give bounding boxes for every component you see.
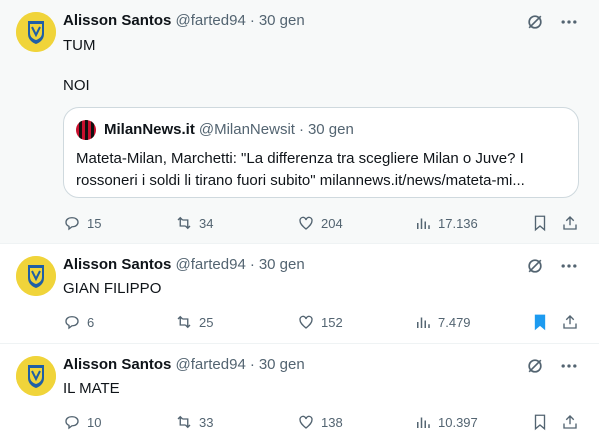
author-name[interactable]: Alisson Santos bbox=[63, 12, 171, 29]
reply-icon bbox=[65, 316, 79, 330]
quoted-author-handle: @MilanNewsit bbox=[198, 121, 295, 138]
bookmark-button[interactable] bbox=[531, 412, 549, 432]
like-icon bbox=[299, 415, 313, 429]
reply-button[interactable]: 6 bbox=[63, 312, 94, 332]
bookmark-button[interactable] bbox=[531, 312, 549, 332]
separator: · bbox=[249, 356, 255, 373]
like-button[interactable]: 204 bbox=[297, 213, 343, 233]
bookmark-filled-icon bbox=[534, 314, 546, 331]
tweet-text-line: TUM bbox=[63, 37, 96, 54]
share-icon bbox=[563, 315, 577, 329]
tweet-header: Alisson Santos @farted94 · 30 gen bbox=[63, 255, 305, 275]
repost-count: 25 bbox=[199, 314, 214, 330]
bookmark-button[interactable] bbox=[531, 213, 549, 233]
view-count: 7.479 bbox=[438, 314, 471, 330]
more-icon[interactable] bbox=[559, 12, 579, 32]
like-count: 138 bbox=[321, 414, 343, 430]
tweet-header: Alisson Santos @farted94 · 30 gen bbox=[63, 355, 305, 375]
tweet-top-actions bbox=[525, 256, 579, 276]
repost-button[interactable]: 33 bbox=[175, 412, 213, 432]
views-button[interactable]: 10.397 bbox=[414, 412, 478, 432]
quoted-date: 30 gen bbox=[307, 121, 354, 138]
author-name[interactable]: Alisson Santos bbox=[63, 256, 171, 273]
author-name[interactable]: Alisson Santos bbox=[63, 356, 171, 373]
quoted-avatar bbox=[76, 120, 96, 140]
tweet[interactable]: Alisson Santos @farted94 · 30 gen IL MATE … bbox=[0, 344, 599, 444]
reply-count: 15 bbox=[87, 215, 102, 231]
avatar[interactable] bbox=[16, 356, 56, 396]
more-icon[interactable] bbox=[559, 356, 579, 376]
like-count: 152 bbox=[321, 314, 343, 330]
avatar[interactable] bbox=[16, 256, 56, 296]
quoted-tweet[interactable]: MilanNews.it @MilanNewsit · 30 gen Mateta-… bbox=[63, 107, 579, 198]
tweet-actions: 15 34 204 17.136 bbox=[63, 213, 583, 233]
tweet-header: Alisson Santos @farted94 · 30 gen bbox=[63, 11, 305, 31]
share-icon bbox=[563, 415, 577, 429]
share-button[interactable] bbox=[561, 213, 579, 233]
like-icon bbox=[299, 216, 313, 230]
views-icon bbox=[417, 417, 430, 428]
views-button[interactable]: 17.136 bbox=[414, 213, 478, 233]
tweet-date[interactable]: 30 gen bbox=[259, 356, 305, 373]
tweet-top-actions bbox=[525, 356, 579, 376]
view-count: 10.397 bbox=[438, 414, 478, 430]
bookmark-icon bbox=[534, 215, 546, 232]
repost-count: 34 bbox=[199, 215, 214, 231]
grok-icon[interactable] bbox=[525, 256, 545, 276]
author-handle[interactable]: @farted94 bbox=[176, 12, 246, 29]
quoted-tweet-text: Mateta-Milan, Marchetti: "La differenza … bbox=[76, 150, 525, 189]
separator: · bbox=[249, 256, 255, 273]
views-icon bbox=[417, 317, 430, 328]
quoted-author-name: MilanNews.it bbox=[104, 121, 195, 138]
tweet-text-line: NOI bbox=[63, 77, 90, 94]
tweet-top-actions bbox=[525, 12, 579, 32]
tweet-text: IL MATE bbox=[63, 380, 120, 397]
tweet-date[interactable]: 30 gen bbox=[259, 256, 305, 273]
tweet-actions: 6 25 152 7.479 bbox=[63, 312, 583, 332]
repost-button[interactable]: 25 bbox=[175, 312, 213, 332]
repost-button[interactable]: 34 bbox=[175, 213, 213, 233]
repost-icon bbox=[177, 415, 191, 429]
reply-button[interactable]: 15 bbox=[63, 213, 101, 233]
author-handle[interactable]: @farted94 bbox=[176, 256, 246, 273]
share-button[interactable] bbox=[561, 312, 579, 332]
share-icon bbox=[563, 216, 577, 230]
author-handle[interactable]: @farted94 bbox=[176, 356, 246, 373]
reply-count: 6 bbox=[87, 314, 95, 330]
grok-icon[interactable] bbox=[525, 356, 545, 376]
avatar[interactable] bbox=[16, 12, 56, 52]
view-count: 17.136 bbox=[438, 215, 478, 231]
tweet-actions: 10 33 138 10.397 bbox=[63, 412, 583, 432]
tweet[interactable]: Alisson Santos @farted94 · 30 gen GIAN FIL… bbox=[0, 244, 599, 344]
reply-icon bbox=[65, 416, 79, 430]
separator: · bbox=[249, 12, 255, 29]
like-button[interactable]: 138 bbox=[297, 412, 343, 432]
grok-icon[interactable] bbox=[525, 12, 545, 32]
bookmark-icon bbox=[534, 414, 546, 431]
views-icon bbox=[417, 218, 430, 229]
quoted-tweet-header: MilanNews.it @MilanNewsit · 30 gen bbox=[76, 120, 354, 140]
separator: · bbox=[298, 121, 304, 138]
tweet-text: GIAN FILIPPO bbox=[63, 280, 162, 297]
more-icon[interactable] bbox=[559, 256, 579, 276]
tweet[interactable]: Alisson Santos @farted94 · 30 gen TUM NOI … bbox=[0, 0, 599, 244]
tweet-date[interactable]: 30 gen bbox=[259, 12, 305, 29]
repost-icon bbox=[177, 315, 191, 329]
share-button[interactable] bbox=[561, 412, 579, 432]
reply-count: 10 bbox=[87, 414, 102, 430]
views-button[interactable]: 7.479 bbox=[414, 312, 471, 332]
like-count: 204 bbox=[321, 215, 343, 231]
reply-button[interactable]: 10 bbox=[63, 412, 101, 432]
repost-icon bbox=[177, 216, 191, 230]
repost-count: 33 bbox=[199, 414, 214, 430]
like-icon bbox=[299, 315, 313, 329]
like-button[interactable]: 152 bbox=[297, 312, 343, 332]
reply-icon bbox=[65, 217, 79, 231]
